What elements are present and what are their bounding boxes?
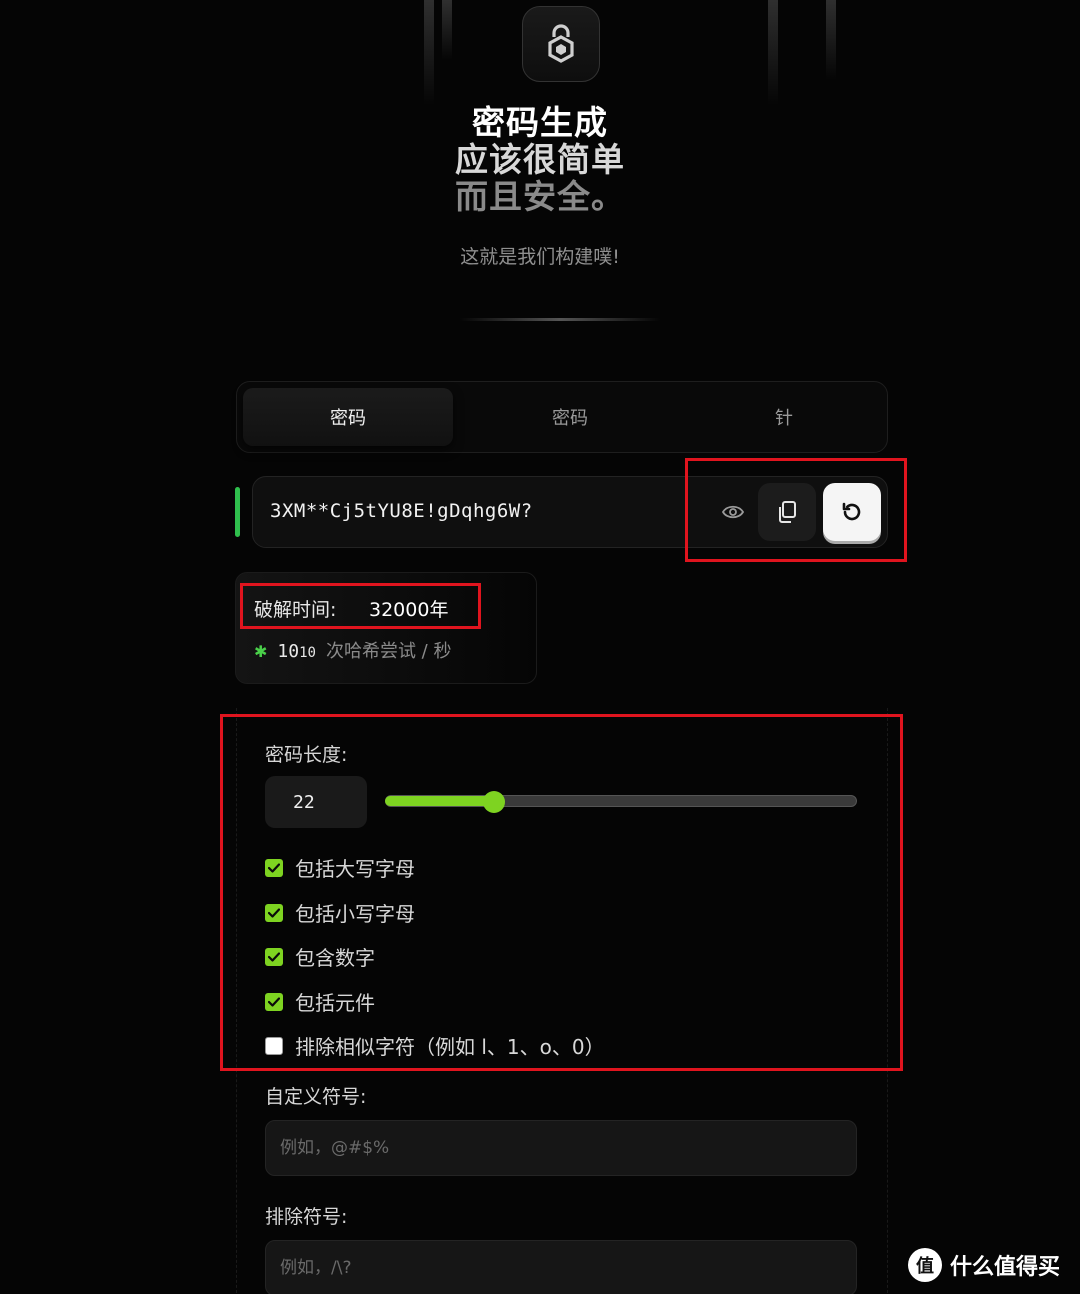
watermark-logo-text: 值 (916, 1256, 934, 1277)
hero-line-3: 而且安全。 (455, 177, 625, 216)
background-streak (768, 0, 778, 105)
strength-indicator (235, 487, 240, 537)
custom-symbols-input[interactable] (265, 1120, 857, 1176)
hero-line-1: 密码生成 (472, 103, 608, 142)
hero-line-2: 应该很简单 (455, 140, 625, 179)
exclude-symbols-label: 排除符号: (265, 1206, 348, 1228)
password-value[interactable]: 3XM**Cj5tYU8E!gDqhg6W? (270, 500, 533, 522)
tab-pin[interactable]: 针 (679, 388, 889, 446)
background-streak (826, 0, 836, 80)
hero-headline: 密码生成 应该很简单 而且安全。 (0, 104, 1080, 215)
hash-rate: ✱ 10 10 次哈希尝试 / 秒 (254, 637, 451, 663)
background-streak (442, 0, 452, 60)
hash-rate-text: 次哈希尝试 / 秒 (325, 641, 452, 662)
hash-rate-exponent: 10 (299, 645, 316, 661)
asterisk-icon: ✱ (254, 642, 268, 661)
background-streak (424, 0, 434, 105)
site-watermark: 值 什么值得买 (908, 1248, 1060, 1282)
lock-logo-icon (548, 24, 574, 63)
custom-symbols-label: 自定义符号: (265, 1086, 367, 1108)
page: 密码生成 应该很简单 而且安全。 这就是我们构建噗! 密码 密码 针 3XM**… (0, 0, 1080, 1294)
hero-subtitle: 这就是我们构建噗! (460, 246, 620, 268)
exclude-symbols-input[interactable] (265, 1240, 857, 1294)
tab-password[interactable]: 密码 (243, 388, 453, 446)
hash-rate-base: 10 (277, 641, 300, 662)
highlight-box (240, 583, 481, 629)
mode-tabs: 密码 密码 针 (236, 381, 888, 453)
highlight-box (220, 714, 903, 1071)
watermark-text: 什么值得买 (950, 1255, 1061, 1280)
divider-glow (460, 318, 660, 321)
highlight-box (685, 458, 907, 562)
app-logo (522, 6, 600, 82)
tab-passphrase[interactable]: 密码 (465, 388, 675, 446)
watermark-logo-icon: 值 (908, 1248, 942, 1282)
